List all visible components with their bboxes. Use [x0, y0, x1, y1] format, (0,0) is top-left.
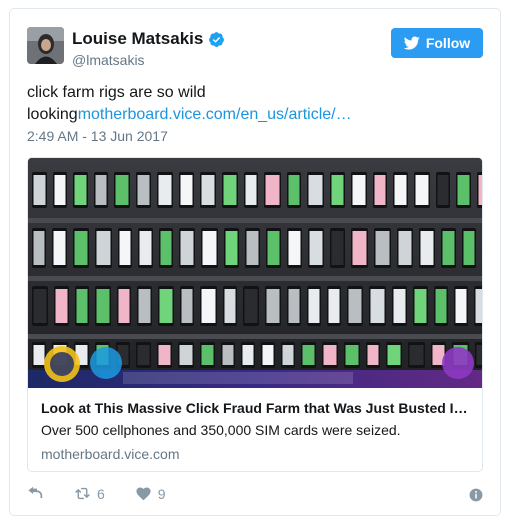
link-preview-card[interactable]: Look at This Massive Click Fraud Farm th… [27, 157, 483, 472]
avatar[interactable] [27, 27, 64, 64]
like-button[interactable]: 9 [135, 485, 166, 502]
follow-button[interactable]: Follow [391, 28, 483, 58]
link-card-description: Over 500 cellphones and 350,000 SIM card… [41, 422, 401, 438]
tweet-text: click farm rigs are so wild lookingmothe… [27, 82, 487, 126]
verified-badge-icon [209, 31, 225, 47]
article-link[interactable]: motherboard.vice.com/en_us/article/… [78, 106, 352, 123]
author-name-text: Louise Matsakis [72, 29, 204, 48]
heart-icon [136, 487, 151, 501]
reply-button[interactable] [27, 485, 44, 502]
author-handle[interactable]: @lmatsakis [72, 52, 145, 68]
link-card-title: Look at This Massive Click Fraud Farm th… [41, 400, 468, 416]
link-card-domain: motherboard.vice.com [41, 446, 180, 462]
retweet-count: 6 [97, 485, 105, 502]
tweet-text-line1: click farm rigs are so wild [27, 84, 206, 101]
retweet-icon [75, 487, 90, 500]
tweet-text-prefix: looking [27, 106, 78, 123]
tweet-card: Louise Matsakis @lmatsakis Follow click … [9, 8, 501, 516]
link-preview-image[interactable] [28, 158, 482, 388]
tweet-timestamp[interactable]: 2:49 AM - 13 Jun 2017 [27, 128, 168, 144]
author-name[interactable]: Louise Matsakis [72, 29, 225, 49]
like-count: 9 [157, 485, 166, 502]
tweet-text-line2: lookingmotherboard.vice.com/en_us/articl… [27, 104, 487, 126]
reply-icon [28, 486, 43, 499]
retweet-button[interactable]: 6 [74, 485, 105, 502]
profile-photo [27, 27, 64, 64]
tweet-actions: 6 9 [27, 485, 196, 502]
phone-wall-photo [28, 158, 482, 388]
follow-label: Follow [425, 35, 471, 51]
twitter-bird-icon [403, 36, 420, 50]
info-icon[interactable] [469, 488, 483, 502]
